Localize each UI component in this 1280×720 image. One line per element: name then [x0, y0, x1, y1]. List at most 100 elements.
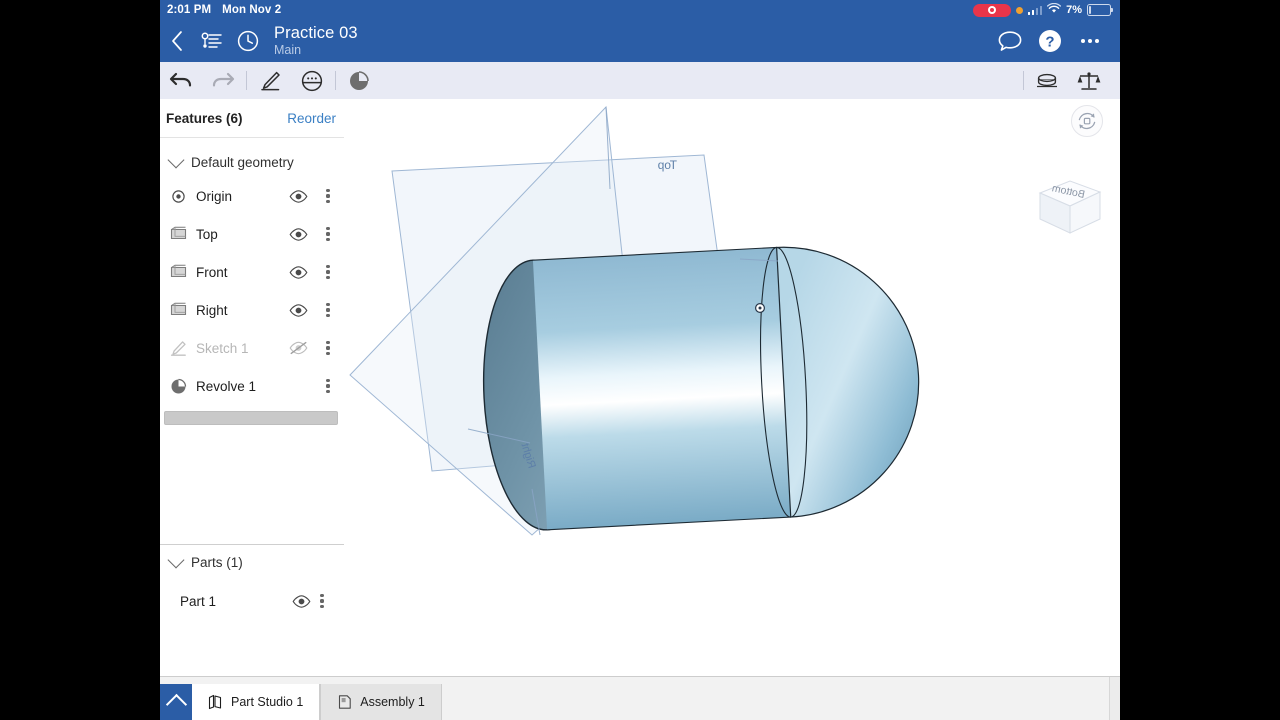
clock-history-icon[interactable] — [230, 20, 266, 62]
eye-visible-icon — [292, 594, 310, 608]
revolve-icon — [169, 377, 187, 395]
workspace-name: Main — [274, 42, 302, 57]
features-panel-header: Features (6) Reorder — [160, 99, 344, 138]
more-options-icon[interactable] — [318, 299, 338, 321]
chevron-down-icon — [167, 151, 185, 169]
plane-icon — [169, 263, 187, 281]
visibility-toggle[interactable] — [290, 592, 312, 610]
more-options-icon[interactable] — [318, 261, 338, 283]
more-options-icon[interactable] — [1072, 20, 1108, 62]
parts-title: Parts (1) — [191, 554, 243, 570]
screen-record-icon — [972, 3, 1011, 17]
more-options-icon[interactable] — [318, 375, 338, 397]
status-bar-left: 2:01 PM Mon Nov 2 — [160, 4, 281, 16]
part-row[interactable]: Part 1 — [160, 585, 344, 617]
extrude-icon[interactable] — [291, 62, 333, 99]
tab-assembly-1[interactable]: Assembly 1 — [320, 684, 442, 720]
orbit-rotate-icon[interactable] — [1071, 105, 1103, 137]
visibility-toggle[interactable] — [287, 225, 309, 243]
sketch-pencil-icon[interactable] — [249, 62, 291, 99]
visibility-toggle[interactable] — [287, 263, 309, 281]
feature-rollback-bar[interactable] — [164, 411, 338, 425]
feature-row-sketch-1[interactable]: Sketch 1 — [160, 329, 344, 367]
branch-versions-icon[interactable] — [194, 20, 230, 62]
status-bar-right: 7% — [972, 2, 1120, 17]
visibility-spacer — [287, 377, 309, 395]
app-header-actions: ? — [992, 20, 1120, 62]
feature-label: Right — [196, 302, 228, 318]
privacy-dot-icon — [1015, 6, 1023, 14]
feature-row-right[interactable]: Right — [160, 291, 344, 329]
help-question-icon[interactable]: ? — [1032, 20, 1068, 62]
model-canvas[interactable]: Top Right Bottom — [344, 99, 1120, 677]
eye-visible-icon — [289, 189, 307, 203]
battery-icon — [1087, 3, 1114, 17]
app-header: Practice 03 Main ? — [160, 20, 1120, 62]
revolve-icon[interactable] — [338, 62, 380, 99]
feature-toolbar — [160, 62, 1120, 100]
chevron-down-icon — [167, 551, 185, 569]
origin-point-marker[interactable] — [755, 303, 766, 314]
eye-visible-icon — [289, 227, 307, 241]
group-label: Default geometry — [191, 154, 294, 170]
feature-row-top[interactable]: Top — [160, 215, 344, 253]
tablet-viewport: 2:01 PM Mon Nov 2 7% Practice 03 Main ? … — [160, 0, 1120, 720]
dome-end-face[interactable] — [775, 240, 926, 518]
wifi-icon — [1047, 2, 1062, 17]
tab-part-studio-1[interactable]: Part Studio 1 — [192, 684, 321, 720]
page-title: Features (6) — [166, 110, 243, 126]
comment-bubble-icon[interactable] — [992, 20, 1028, 62]
feature-row-revolve-1[interactable]: Revolve 1 — [160, 367, 344, 405]
plane-icon — [169, 301, 187, 319]
visibility-toggle[interactable] — [287, 339, 309, 357]
part-label: Part 1 — [180, 593, 217, 609]
status-time: 2:01 PM — [167, 4, 212, 16]
undo-arrow-icon[interactable] — [160, 62, 202, 99]
tab-label: Part Studio 1 — [231, 695, 304, 709]
assembly-icon — [339, 695, 352, 709]
back-chevron-icon[interactable] — [160, 20, 194, 62]
reorder-button[interactable]: Reorder — [287, 111, 336, 126]
tab-bar-scrollbar[interactable] — [1109, 677, 1120, 720]
measure-icon[interactable] — [1026, 62, 1068, 99]
collapse-up-chevron-icon[interactable] — [160, 684, 192, 720]
eye-visible-icon — [289, 303, 307, 317]
model-3d-scene: Top Right — [349, 105, 926, 536]
feature-label: Revolve 1 — [196, 378, 257, 394]
feature-row-origin[interactable]: Origin — [160, 177, 344, 215]
more-options-icon[interactable] — [318, 185, 338, 207]
redo-arrow-icon[interactable] — [202, 62, 244, 99]
tab-label: Assembly 1 — [360, 695, 425, 709]
feature-label: Sketch 1 — [196, 340, 249, 356]
parts-list: Part 1 — [160, 585, 344, 617]
signal-bars-icon — [1027, 5, 1043, 15]
studio-tab-bar: Part Studio 1 Assembly 1 — [160, 676, 1120, 720]
visibility-toggle[interactable] — [287, 301, 309, 319]
status-bar: 2:01 PM Mon Nov 2 7% — [160, 0, 1120, 20]
features-panel: Features (6) Reorder Default geometry Or… — [160, 99, 345, 677]
parts-section-header[interactable]: Parts (1) — [160, 545, 344, 579]
battery-percent: 7% — [1066, 4, 1082, 16]
screen-root: 2:01 PM Mon Nov 2 7% Practice 03 Main ? … — [0, 0, 1280, 720]
more-options-icon[interactable] — [318, 223, 338, 245]
eye-visible-icon — [289, 265, 307, 279]
sketch-icon — [169, 339, 187, 357]
top-plane-label: Top — [657, 158, 677, 172]
feature-label: Origin — [196, 188, 233, 204]
more-options-icon[interactable] — [318, 337, 338, 359]
document-title-block[interactable]: Practice 03 Main — [274, 24, 358, 57]
toolbar-divider — [335, 71, 336, 90]
visibility-toggle[interactable] — [287, 187, 309, 205]
mass-properties-scales-icon[interactable] — [1068, 62, 1110, 99]
view-cube[interactable]: Bottom — [1030, 171, 1108, 241]
toolbar-divider — [1023, 71, 1024, 90]
feature-row-front[interactable]: Front — [160, 253, 344, 291]
plane-icon — [169, 225, 187, 243]
cylinder-body[interactable] — [532, 247, 791, 530]
default-geometry-group[interactable]: Default geometry — [160, 147, 344, 177]
more-options-icon[interactable] — [312, 590, 332, 612]
toolbar-divider — [246, 71, 247, 90]
toolbar-right-group — [1021, 62, 1120, 99]
eye-hidden-icon — [289, 341, 307, 355]
status-date: Mon Nov 2 — [222, 4, 282, 16]
